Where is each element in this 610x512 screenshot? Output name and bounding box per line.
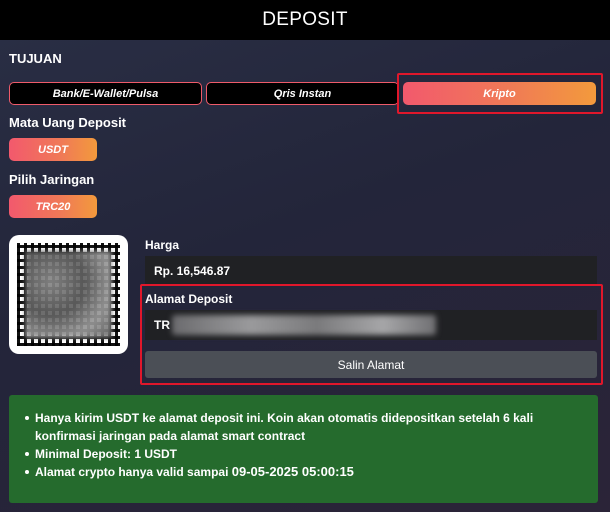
info-item: Alamat crypto hanya valid sampai 09-05-2… [25, 463, 586, 481]
address-highlight-box [140, 284, 603, 385]
tab-qris-instan[interactable]: Qris Instan [206, 82, 399, 105]
network-value: TRC20 [35, 200, 71, 213]
qr-blur-mask [25, 251, 112, 338]
tab-bank-ewallet-pulsa[interactable]: Bank/E-Wallet/Pulsa [9, 82, 202, 105]
info-text: Hanya kirim USDT ke alamat deposit ini. … [35, 411, 534, 443]
info-item: Hanya kirim USDT ke alamat deposit ini. … [25, 409, 586, 445]
info-item: Minimal Deposit: 1 USDT [25, 445, 586, 463]
currency-value: USDT [38, 143, 68, 156]
network-label: Pilih Jaringan [9, 172, 95, 187]
tujuan-label: TUJUAN [9, 51, 62, 66]
deposit-info-box: Hanya kirim USDT ke alamat deposit ini. … [9, 395, 598, 503]
info-list: Hanya kirim USDT ke alamat deposit ini. … [25, 409, 586, 481]
page-title: DEPOSIT [262, 9, 348, 30]
qr-pattern [17, 243, 120, 346]
info-text: Alamat crypto hanya valid sampai [35, 465, 232, 479]
page-header: DEPOSIT [0, 0, 610, 40]
deposit-qr-code [9, 235, 128, 354]
tab-label: Qris Instan [273, 87, 332, 100]
price-value: Rp. 16,546.87 [154, 264, 231, 278]
network-trc20-button[interactable]: TRC20 [9, 195, 97, 218]
currency-usdt-button[interactable]: USDT [9, 138, 97, 161]
valid-until-date: 09-05-2025 05:00:15 [231, 464, 354, 479]
currency-label: Mata Uang Deposit [9, 115, 127, 130]
tab-label: Bank/E-Wallet/Pulsa [52, 87, 159, 100]
price-field: Rp. 16,546.87 [145, 256, 597, 286]
info-text: Minimal Deposit: 1 USDT [35, 447, 178, 461]
price-label: Harga [145, 238, 180, 252]
tab-highlight-box [397, 73, 603, 114]
